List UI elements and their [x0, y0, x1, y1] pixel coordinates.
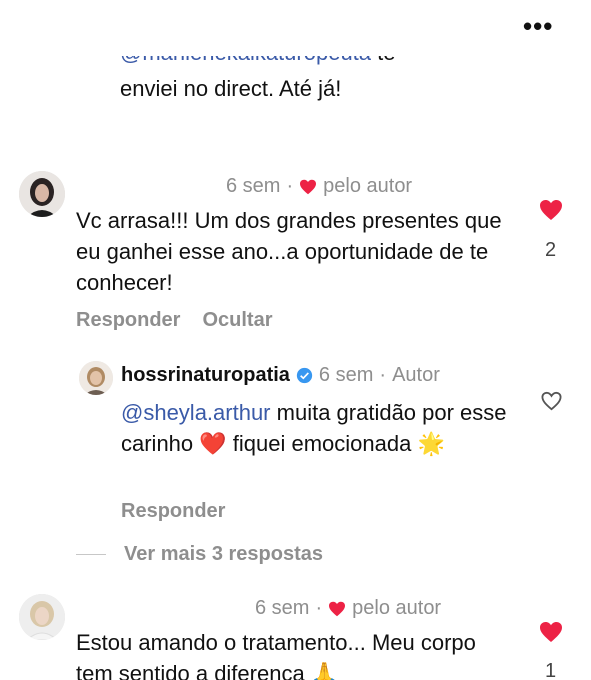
separator: · — [379, 364, 387, 386]
reply-button[interactable]: Responder — [76, 309, 180, 332]
reply-text: @sheyla.arthur muita gratidão por esse c… — [121, 397, 526, 459]
like-heart-icon[interactable] — [538, 621, 564, 643]
comment-meta: 6 sem · pelo autor — [255, 597, 441, 620]
previous-comment-text: enviei no direct. Até já! — [120, 76, 342, 101]
reply-username[interactable]: hossrinaturopatia — [121, 364, 290, 387]
separator: · — [315, 597, 323, 619]
like-count: 2 — [545, 239, 557, 261]
comment-text: Vc arrasa!!! Um dos grandes presentes qu… — [76, 208, 502, 295]
timestamp: 6 sem — [226, 175, 281, 197]
reply-actions: Responder — [121, 500, 225, 523]
comment-meta: 6 sem · pelo autor — [226, 175, 412, 198]
separator: · — [286, 175, 294, 197]
author-liked-badge: pelo autor — [352, 597, 442, 619]
reply-avatar[interactable] — [79, 361, 113, 395]
avatar[interactable] — [19, 171, 65, 217]
reply-timestamp: 6 sem — [318, 364, 374, 386]
like-count: 1 — [545, 660, 557, 680]
verified-badge-icon — [296, 367, 313, 384]
hide-button[interactable]: Ocultar — [202, 309, 272, 332]
reply-header: hossrinaturopatia 6 sem · Autor — [121, 364, 440, 387]
comment-actions: Responder Ocultar — [76, 309, 273, 332]
avatar[interactable] — [19, 594, 65, 640]
like-heart-icon[interactable] — [538, 199, 564, 221]
view-more-replies[interactable]: Ver mais 3 respostas — [76, 543, 323, 566]
heart-icon — [300, 179, 317, 194]
comment-text: Estou amando o tratamento... Meu corpo t… — [76, 630, 476, 680]
timestamp: 6 sem — [255, 597, 310, 619]
author-liked-badge: pelo autor — [323, 175, 413, 197]
view-more-label[interactable]: Ver mais 3 respostas — [124, 543, 323, 566]
top-bar: ••• — [0, 0, 591, 56]
more-options-icon[interactable]: ••• — [523, 13, 553, 39]
heart-icon — [329, 601, 346, 616]
divider-line — [76, 554, 106, 555]
like-heart-outline-icon[interactable] — [540, 391, 563, 411]
reply-button[interactable]: Responder — [121, 500, 225, 523]
author-role-label: Autor — [392, 364, 440, 386]
mention-link[interactable]: @sheyla.arthur — [121, 400, 271, 425]
